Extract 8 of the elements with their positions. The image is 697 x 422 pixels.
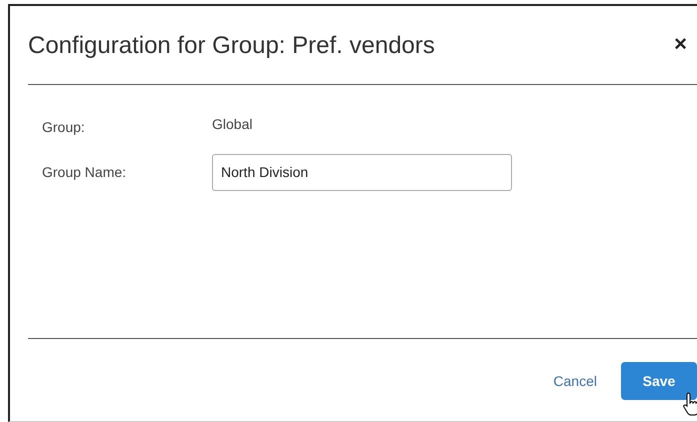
- save-button[interactable]: Save: [621, 362, 697, 400]
- field-value: Global: [212, 116, 252, 132]
- dialog-title: Configuration for Group: Pref. vendors: [28, 32, 435, 60]
- field-label: Group Name:: [42, 164, 128, 180]
- close-button[interactable]: ×: [664, 31, 697, 61]
- group-name-field[interactable]: North Division: [212, 154, 512, 190]
- cancel-button[interactable]: Cancel: [553, 373, 597, 389]
- field-label: Group:: [42, 119, 86, 135]
